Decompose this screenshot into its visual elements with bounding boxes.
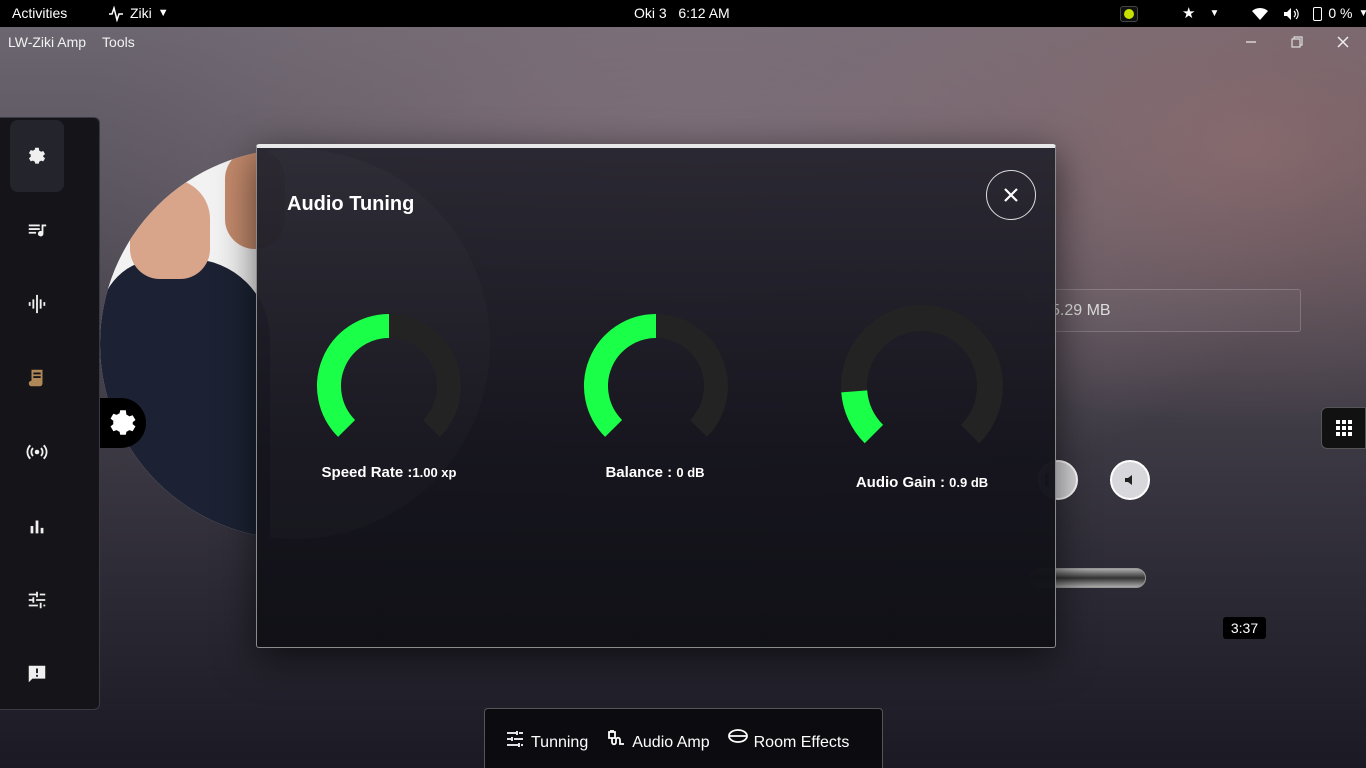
close-window-button[interactable]: [1332, 31, 1354, 53]
volume-icon: [1284, 7, 1300, 20]
scroll-icon: [28, 369, 43, 387]
grid-icon: [1335, 420, 1352, 436]
accessibility-icon[interactable]: ★: [1182, 0, 1195, 27]
broadcast-icon: [26, 444, 48, 460]
menu-app-name[interactable]: LW-Ziki Amp: [8, 34, 86, 50]
app-name: Ziki: [130, 5, 152, 21]
balance-knob[interactable]: [582, 312, 730, 460]
window-controls: [1240, 31, 1354, 53]
sidebar-item-feedback[interactable]: [10, 638, 64, 710]
menu-bar: LW-Ziki Amp Tools: [0, 27, 135, 57]
gear-icon: [28, 147, 46, 164]
app-menu[interactable]: Ziki ▼: [108, 0, 169, 27]
tab-tunning[interactable]: Tunning: [505, 726, 588, 752]
sliders-icon: [507, 730, 523, 747]
audio-gain-value: 0.9 dB: [949, 475, 989, 490]
sidebar-item-tuning[interactable]: [10, 564, 64, 636]
sidebar-item-settings[interactable]: [10, 120, 64, 192]
dialog-title: Audio Tuning: [287, 193, 415, 215]
sliders-icon: [28, 591, 46, 609]
plug-icon: [608, 729, 625, 745]
menu-tools[interactable]: Tools: [102, 34, 135, 50]
app-window: LW-Ziki Amp Tools 5.29 MB 3:37 Audio Tun…: [0, 27, 1366, 768]
feedback-icon: [28, 665, 46, 683]
battery-percent: 0 %: [1328, 5, 1353, 21]
gear-icon: [110, 410, 136, 435]
speed-rate-label-text: Speed Rate :: [321, 464, 413, 481]
audio-gain-label-text: Audio Gain :: [855, 474, 950, 491]
bottom-tab-bar: Tunning Audio Amp Room Effects: [484, 708, 883, 768]
tab-room-effects[interactable]: Room Effects: [727, 726, 850, 752]
file-size-field: 5.29 MB: [1030, 289, 1301, 332]
system-tray[interactable]: ★ ▼ 0 % ▼: [1120, 0, 1366, 27]
knob-dial[interactable]: [582, 312, 730, 460]
battery-icon: [1313, 6, 1323, 21]
dialog-close-button[interactable]: [986, 170, 1036, 220]
wifi-icon: [1252, 7, 1269, 20]
audio-gain-knob[interactable]: [840, 304, 1004, 468]
chevron-down-icon: ▼: [157, 7, 169, 19]
audio-tuning-dialog: Audio Tuning Speed Rate :1.00 xp Balance…: [256, 144, 1056, 648]
restore-icon: [1291, 36, 1303, 48]
chevron-down-icon: ▼: [1358, 8, 1366, 19]
apps-grid-button[interactable]: [1321, 407, 1366, 449]
knob-level-arc: [841, 389, 884, 444]
sidebar-item-playlist[interactable]: [10, 194, 64, 266]
tab-room-effects-label: Room Effects: [753, 733, 850, 751]
sidebar-item-visualizer[interactable]: [10, 268, 64, 340]
sidebar: [0, 117, 100, 710]
tab-audio-amp-label: Audio Amp: [632, 733, 710, 751]
mute-button[interactable]: [1110, 460, 1150, 500]
speed-rate-knob[interactable]: [315, 312, 463, 460]
balance-label-text: Balance :: [605, 464, 677, 481]
minimize-icon: [1246, 41, 1256, 43]
knob-dial[interactable]: [840, 304, 1004, 468]
chevron-down-icon: ▼: [1209, 8, 1220, 19]
restore-button[interactable]: [1286, 31, 1308, 53]
duration-label: 3:37: [1223, 617, 1266, 639]
knob-level-arc: [584, 314, 657, 437]
knob-dial[interactable]: [315, 312, 463, 460]
audio-gain-label: Audio Gain : 0.9 dB: [856, 474, 988, 491]
activities-button[interactable]: Activities: [12, 0, 67, 27]
speaker-icon: [1125, 475, 1132, 485]
ring-icon: [727, 728, 748, 743]
sidebar-item-broadcast[interactable]: [10, 416, 64, 488]
sidebar-item-lyrics[interactable]: [10, 342, 64, 414]
app-waveform-icon: [109, 5, 123, 22]
speed-rate-value: 1.00 xp: [412, 465, 457, 480]
sidebar-item-equalizer-bars[interactable]: [10, 490, 64, 562]
bar-chart-icon: [30, 520, 44, 534]
system-top-bar: Activities Ziki ▼ Oki 3 6:12 AM ★ ▼ 0 % …: [0, 0, 1366, 27]
app-indicator-icon[interactable]: [1120, 5, 1138, 22]
tab-tunning-label: Tunning: [531, 733, 589, 751]
balance-label: Balance : 0 dB: [605, 464, 704, 481]
close-icon: [1337, 36, 1349, 48]
knob-level-arc: [317, 314, 390, 437]
playlist-icon: [28, 224, 47, 237]
tab-audio-amp[interactable]: Audio Amp: [606, 726, 710, 752]
speed-rate-label: Speed Rate :1.00 xp: [322, 464, 457, 481]
close-icon: [1004, 188, 1018, 202]
minimize-button[interactable]: [1240, 31, 1262, 53]
waveform-icon: [28, 294, 46, 314]
clock[interactable]: Oki 3 6:12 AM: [634, 0, 730, 27]
balance-value: 0 dB: [676, 465, 705, 480]
